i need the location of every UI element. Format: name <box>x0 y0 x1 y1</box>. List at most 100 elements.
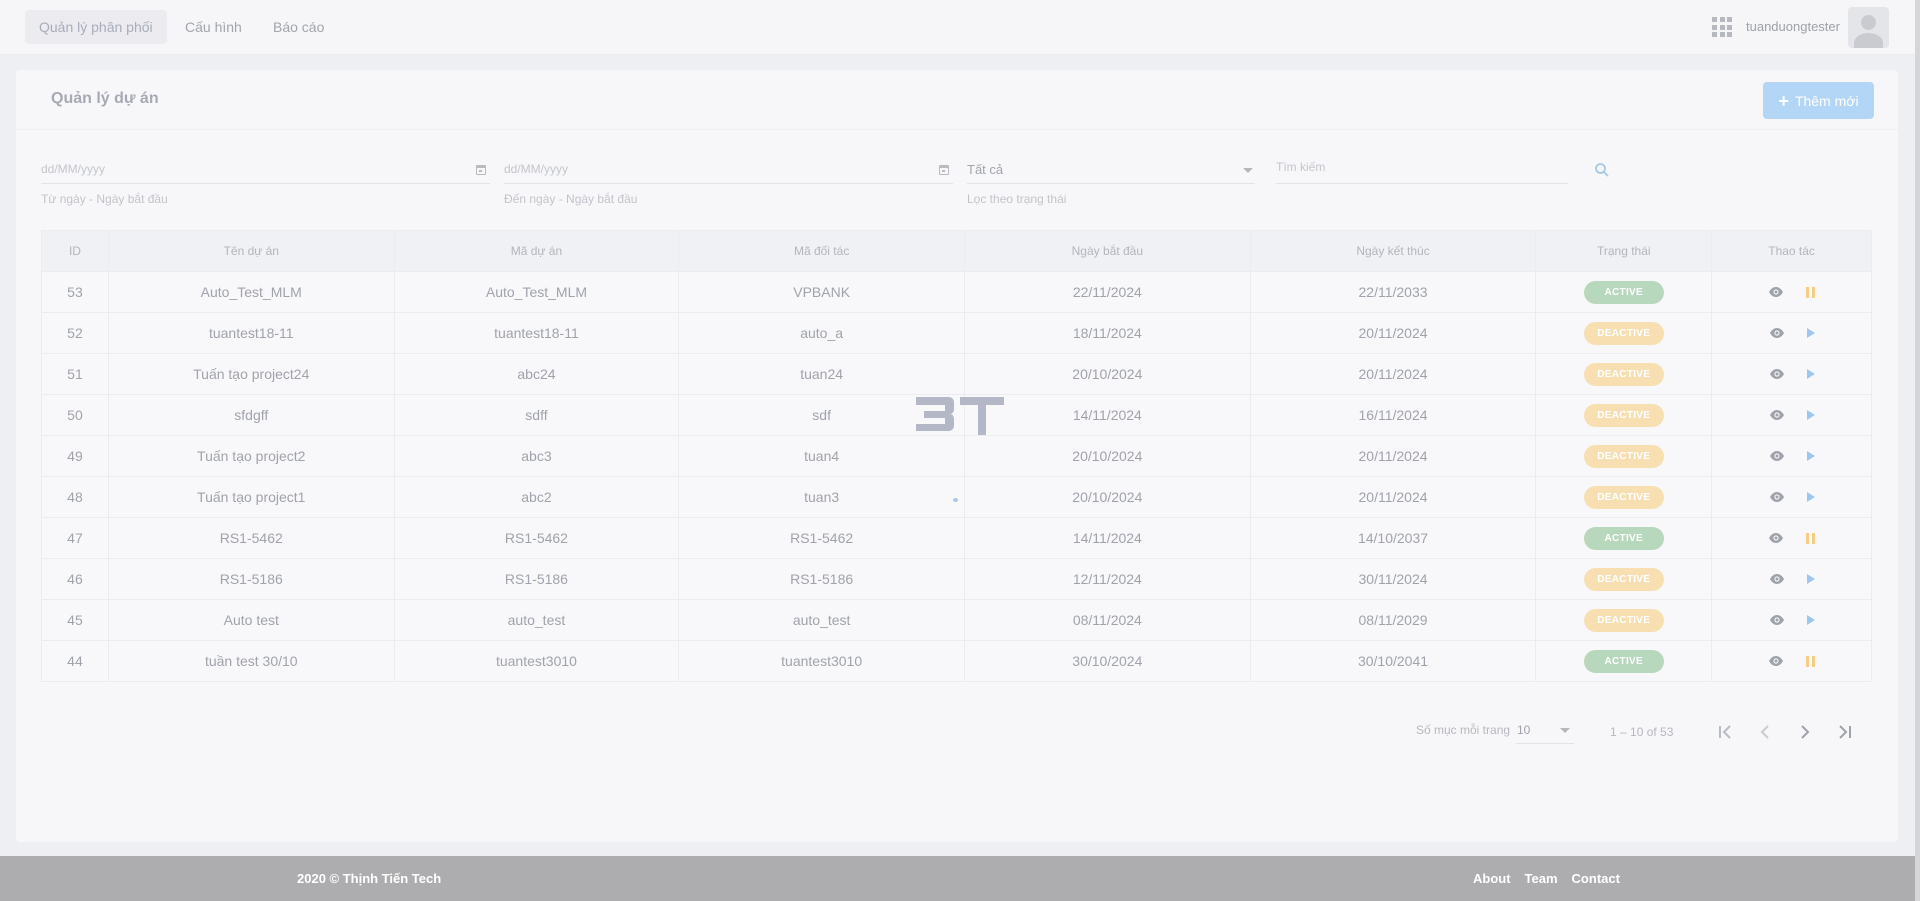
loading-dot <box>953 498 958 502</box>
cell-start-date: 12/11/2024 <box>965 559 1251 599</box>
cell-partner: RS1-5462 <box>679 518 965 558</box>
cell-status: DEACTIVE <box>1536 313 1713 353</box>
eye-icon[interactable] <box>1769 368 1785 380</box>
apps-grid-icon[interactable] <box>1712 17 1732 37</box>
table-row: 46 RS1-5186 RS1-5186 RS1-5186 12/11/2024 30/1… <box>42 558 1871 599</box>
cell-actions <box>1712 518 1871 558</box>
nav-item-config[interactable]: Cấu hình <box>171 10 256 44</box>
cell-name: Tuấn tạo project24 <box>109 354 395 394</box>
pause-icon[interactable] <box>1806 655 1816 667</box>
cell-code: auto_test <box>395 600 680 640</box>
eye-icon[interactable] <box>1769 614 1785 626</box>
cell-id: 53 <box>42 272 109 312</box>
username[interactable]: tuanduongtester <box>1746 19 1840 34</box>
status-badge: DEACTIVE <box>1583 403 1664 427</box>
from-date-filter: dd/MM/yyyy Từ ngày - Ngày bắt đầu <box>41 150 490 206</box>
status-badge: DEACTIVE <box>1583 608 1664 632</box>
cell-partner: tuan3 <box>679 477 965 517</box>
cell-end-date: 20/11/2024 <box>1251 313 1537 353</box>
search-input[interactable]: Tìm kiếm <box>1276 150 1568 184</box>
status-select[interactable]: Tất cả <box>967 150 1255 184</box>
play-icon[interactable] <box>1806 369 1815 379</box>
add-new-label: Thêm mới <box>1794 92 1859 109</box>
footer-link-about[interactable]: About <box>1473 871 1511 886</box>
cell-name: Tuấn tạo project2 <box>109 436 395 476</box>
top-navbar: Quản lý phân phối Cấu hình Báo cáo tuand… <box>0 0 1915 55</box>
add-new-button[interactable]: + Thêm mới <box>1763 82 1874 119</box>
pause-icon[interactable] <box>1806 532 1816 544</box>
cell-actions <box>1712 272 1871 312</box>
chevron-down-icon <box>1243 168 1253 173</box>
cell-name: Auto_Test_MLM <box>109 272 395 312</box>
to-date-hint: Đến ngày - Ngày bắt đầu <box>504 192 638 206</box>
cell-start-date: 18/11/2024 <box>965 313 1251 353</box>
cell-status: ACTIVE <box>1536 272 1713 312</box>
chevron-down-icon[interactable] <box>1560 728 1570 733</box>
status-filter: Tất cả Lọc theo trạng thái <box>967 150 1255 206</box>
cell-actions <box>1712 395 1871 435</box>
cell-code: abc2 <box>395 477 680 517</box>
calendar-icon[interactable] <box>939 165 949 175</box>
cell-end-date: 30/11/2024 <box>1251 559 1537 599</box>
cell-start-date: 30/10/2024 <box>965 641 1251 681</box>
cell-status: DEACTIVE <box>1536 354 1713 394</box>
header-partner: Mã đối tác <box>679 231 965 271</box>
last-page-icon[interactable] <box>1833 720 1857 744</box>
cell-name: RS1-5462 <box>109 518 395 558</box>
search-placeholder: Tìm kiếm <box>1276 160 1326 174</box>
play-icon[interactable] <box>1806 615 1815 625</box>
status-hint: Lọc theo trạng thái <box>967 192 1067 206</box>
status-select-value: Tất cả <box>967 162 1004 177</box>
play-icon[interactable] <box>1806 492 1815 502</box>
eye-icon[interactable] <box>1768 532 1784 544</box>
status-badge: ACTIVE <box>1583 526 1664 550</box>
table-body: 53 Auto_Test_MLM Auto_Test_MLM VPBANK 22/11/… <box>42 271 1871 681</box>
eye-icon[interactable] <box>1769 491 1785 503</box>
eye-icon[interactable] <box>1769 409 1785 421</box>
vertical-scrollbar[interactable] <box>1915 0 1920 901</box>
to-date-placeholder: dd/MM/yyyy <box>504 162 569 176</box>
calendar-icon[interactable] <box>476 165 486 175</box>
header-code: Mã dự án <box>395 231 680 271</box>
play-icon[interactable] <box>1806 410 1815 420</box>
from-date-placeholder: dd/MM/yyyy <box>41 162 106 176</box>
cell-code: abc3 <box>395 436 680 476</box>
next-page-icon[interactable] <box>1793 720 1817 744</box>
play-icon[interactable] <box>1806 574 1815 584</box>
first-page-icon[interactable] <box>1713 720 1737 744</box>
eye-icon[interactable] <box>1768 655 1784 667</box>
eye-icon[interactable] <box>1769 327 1785 339</box>
from-date-input[interactable]: dd/MM/yyyy <box>41 150 490 184</box>
eye-icon[interactable] <box>1769 450 1785 462</box>
user-avatar-icon[interactable] <box>1848 7 1889 48</box>
nav-item-distribution[interactable]: Quản lý phân phối <box>25 10 167 44</box>
play-icon[interactable] <box>1806 328 1815 338</box>
cell-actions <box>1712 641 1871 681</box>
cell-partner: RS1-5186 <box>679 559 965 599</box>
cell-code: abc24 <box>395 354 680 394</box>
footer-link-contact[interactable]: Contact <box>1572 871 1620 886</box>
per-page-select[interactable]: 10 <box>1517 723 1530 737</box>
eye-icon[interactable] <box>1768 286 1784 298</box>
footer-link-team[interactable]: Team <box>1525 871 1558 886</box>
card-header: Quản lý dự án + Thêm mới <box>16 70 1898 130</box>
previous-page-icon[interactable] <box>1753 720 1777 744</box>
eye-icon[interactable] <box>1769 573 1785 585</box>
header-end-date: Ngày kết thúc <box>1251 231 1537 271</box>
footer: 2020 © Thịnh Tiến Tech About Team Contac… <box>0 856 1915 901</box>
status-badge: DEACTIVE <box>1583 362 1664 386</box>
to-date-input[interactable]: dd/MM/yyyy <box>504 150 953 184</box>
pause-icon[interactable] <box>1806 286 1816 298</box>
cell-actions <box>1712 600 1871 640</box>
nav-item-reports[interactable]: Báo cáo <box>259 10 338 44</box>
cell-id: 44 <box>42 641 109 681</box>
cell-id: 50 <box>42 395 109 435</box>
cell-start-date: 20/10/2024 <box>965 354 1251 394</box>
header-actions: Thao tác <box>1768 244 1815 258</box>
cell-start-date: 20/10/2024 <box>965 436 1251 476</box>
play-icon[interactable] <box>1806 451 1815 461</box>
search-icon[interactable] <box>1594 162 1610 178</box>
cell-status: DEACTIVE <box>1536 559 1713 599</box>
cell-name: sfdgff <box>109 395 395 435</box>
header-name: Tên dự án <box>109 231 395 271</box>
